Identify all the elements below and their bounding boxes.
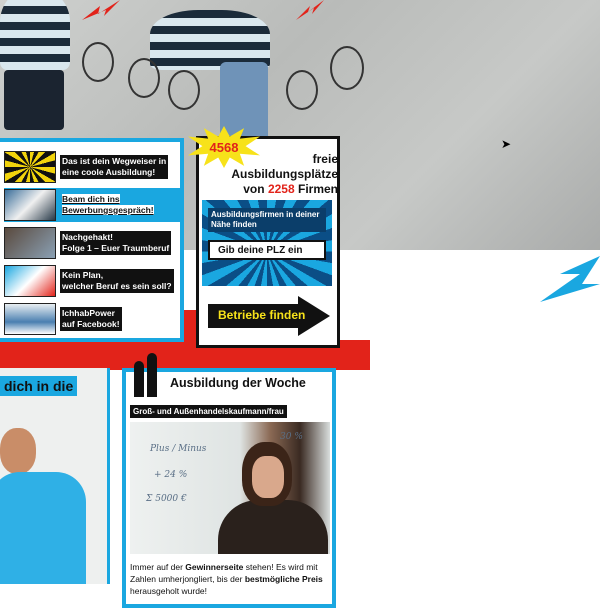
video-thumbnail[interactable] — [4, 303, 56, 335]
video-item[interactable]: IchhabPower auf Facebook! — [4, 302, 180, 336]
video-item[interactable]: Nachgehakt! Folge 1 – Euer Traumberuf — [4, 226, 180, 260]
hero-person-left-jeans — [4, 70, 64, 130]
teaser-title[interactable]: dich in die — [0, 376, 78, 396]
week-text-post: herausgeholt wurde! — [130, 586, 208, 596]
plz-search-box: Ausbildungsfirmen in deiner Nähe finden … — [202, 200, 332, 286]
week-text-pre: Immer auf der — [130, 562, 186, 572]
hero-person-left — [0, 0, 70, 70]
hero-person-right — [150, 10, 270, 70]
people-silhouette-icon — [132, 353, 162, 397]
sketch-face-2 — [128, 58, 160, 98]
job-of-week-subtitle[interactable]: Groß- und Außenhandelskaufmann/frau — [130, 405, 287, 418]
teaser-person-shirt — [0, 472, 86, 584]
jobs-line1: freie — [312, 152, 338, 166]
woman-face — [252, 456, 284, 498]
video-item[interactable]: Das ist dein Wegweiser in eine coole Aus… — [4, 150, 180, 184]
sketch-face-5 — [330, 46, 364, 90]
find-companies-button[interactable]: Betriebe finden — [208, 296, 330, 336]
whiteboard-scribble: Plus / Minus — [150, 444, 207, 454]
sketch-face-4 — [286, 70, 318, 110]
week-text-bold1: Gewinnerseite — [185, 562, 244, 572]
woman-body — [218, 500, 328, 554]
blue-arrow-icon — [540, 256, 600, 302]
week-text-bold2: bestmögliche Preis — [244, 574, 323, 584]
whiteboard-scribble: 30 % — [280, 432, 303, 442]
teaser-panel-left[interactable]: dich in die — [0, 368, 110, 584]
whiteboard-scribble: Σ 5000 € — [146, 494, 187, 504]
job-of-week-photo[interactable]: Plus / Minus + 24 % Σ 5000 € 30 % — [130, 422, 330, 554]
video-item-active[interactable]: Beam dich ins Bewerbungsgespräch! — [4, 188, 180, 222]
job-of-week-title: Ausbildung der Woche — [170, 376, 306, 390]
video-title[interactable]: Nachgehakt! Folge 1 – Euer Traumberuf — [60, 231, 172, 255]
jobs-text: freie Ausbildungsplätze von 2258 Firmen — [210, 152, 338, 197]
jobs-line3-prefix: von — [243, 182, 265, 196]
cursor-icon: ➤ — [501, 137, 512, 151]
video-title[interactable]: IchhabPower auf Facebook! — [60, 307, 122, 331]
video-title[interactable]: Beam dich ins Bewerbungsgespräch! — [62, 194, 154, 215]
jobs-line3-suffix: Firmen — [297, 182, 338, 196]
video-title[interactable]: Das ist dein Wegweiser in eine coole Aus… — [60, 155, 169, 179]
jobs-line2: Ausbildungsplätze — [231, 167, 338, 181]
video-thumbnail[interactable] — [4, 227, 56, 259]
companies-count: 2258 — [267, 182, 295, 196]
plz-input[interactable]: Gib deine PLZ ein — [208, 240, 326, 260]
jobs-line3: von 2258 Firmen — [210, 182, 338, 197]
video-item[interactable]: Kein Plan, welcher Beruf es sein soll? — [4, 264, 180, 298]
lightning-icon — [296, 0, 324, 20]
find-companies-label[interactable]: Betriebe finden — [218, 308, 305, 322]
video-thumbnail[interactable] — [4, 189, 56, 221]
plz-search-label: Ausbildungsfirmen in deiner Nähe finden — [208, 208, 326, 232]
job-of-week-text: Immer auf der Gewinnerseite stehen! Es w… — [130, 561, 330, 597]
sketch-face-1 — [82, 42, 114, 82]
video-list-panel: Das ist dein Wegweiser in eine coole Aus… — [0, 138, 184, 342]
lightning-icon — [82, 0, 120, 20]
video-title[interactable]: Kein Plan, welcher Beruf es sein soll? — [60, 269, 174, 293]
teaser-photo[interactable] — [0, 428, 90, 584]
teaser-person-head — [0, 428, 36, 474]
video-thumbnail[interactable] — [4, 265, 56, 297]
whiteboard-scribble: + 24 % — [154, 470, 188, 480]
sketch-face-3 — [168, 70, 200, 110]
video-thumbnail[interactable] — [4, 151, 56, 183]
